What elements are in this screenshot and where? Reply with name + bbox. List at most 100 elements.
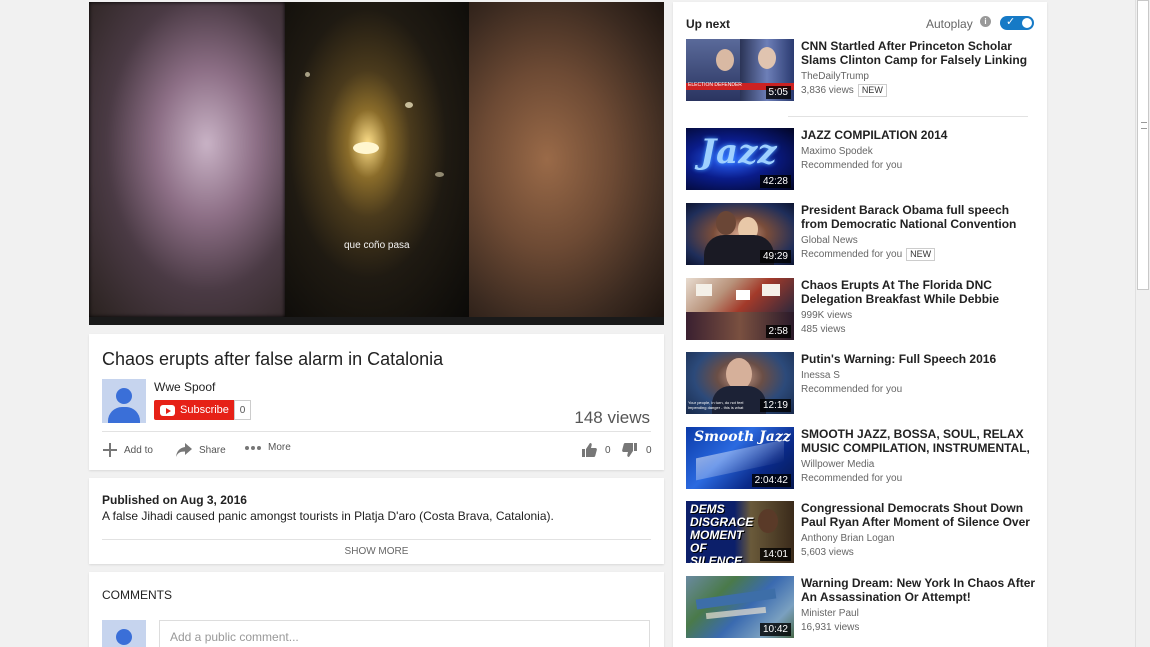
add-to-button[interactable]: Add to: [102, 442, 153, 458]
recommended-channel: Global News: [801, 235, 858, 246]
view-count: 148 views: [574, 408, 650, 427]
speech-hug-thumbnail[interactable]: 49:29: [686, 203, 794, 265]
share-label: Share: [199, 444, 226, 456]
recommended-title[interactable]: Chaos Erupts At The Florida DNC Delegati…: [801, 278, 1036, 306]
video-info-card: Chaos erupts after false alarm in Catalo…: [89, 334, 664, 470]
recommended-title[interactable]: CNN Startled After Princeton Scholar Sla…: [801, 39, 1036, 67]
crowd-signs-thumbnail[interactable]: 2:58: [686, 278, 794, 340]
video-frame: [285, 2, 469, 317]
recommended-reason: Recommended for you: [801, 473, 903, 484]
recommended-title[interactable]: JAZZ COMPILATION 2014: [801, 128, 1036, 142]
divider: [102, 431, 651, 432]
thumbnail-caption: DEMS DISGRACE MOMENT OF SILENCE.: [690, 502, 754, 564]
scrollbar-grip-icon: [1141, 122, 1147, 129]
recommended-channel: Inessa S: [801, 370, 840, 381]
thumbs-down-icon: [622, 443, 637, 457]
check-icon: ✓: [1006, 16, 1016, 28]
recommended-title[interactable]: Congressional Democrats Shout Down Paul …: [801, 501, 1036, 529]
speaker-portrait-thumbnail[interactable]: Your people, in turn, do not feel impend…: [686, 352, 794, 414]
share-arrow-icon: [176, 443, 192, 457]
page-scrollbar[interactable]: [1135, 0, 1150, 647]
satellite-map-thumbnail[interactable]: 10:42: [686, 576, 794, 638]
subscriber-count: 0: [234, 400, 251, 420]
scrollbar-thumb[interactable]: [1137, 0, 1149, 290]
video-light-spot: [435, 172, 444, 177]
recommended-channel: Anthony Brian Logan: [801, 533, 895, 544]
divider: [102, 539, 651, 540]
recommended-channel: TheDailyTrump: [801, 71, 869, 82]
recommended-video[interactable]: 2:58 Chaos Erupts At The Florida DNC Del…: [686, 278, 1036, 340]
news-panel-thumbnail[interactable]: ELECTION DEFENDER 5:05: [686, 39, 794, 101]
recommended-channel: Maximo Spodek: [801, 146, 873, 157]
recommended-video[interactable]: DEMS DISGRACE MOMENT OF SILENCE. 14:01 C…: [686, 501, 1036, 563]
video-duration: 5:05: [765, 86, 791, 99]
channel-name[interactable]: Wwe Spoof: [154, 380, 215, 394]
show-more-button[interactable]: SHOW MORE: [89, 546, 664, 557]
youtube-logo-icon: [160, 404, 175, 416]
info-icon[interactable]: i: [980, 16, 991, 27]
recommended-video[interactable]: Your people, in turn, do not feel impend…: [686, 352, 1036, 414]
channel-avatar[interactable]: [102, 379, 146, 423]
recommended-views: 5,603 views: [801, 547, 854, 558]
video-duration: 2:04:42: [751, 474, 791, 487]
video-player[interactable]: que coño pasa: [89, 2, 664, 325]
video-blurred-right-panel: [469, 2, 664, 317]
video-subtitle: que coño pasa: [344, 240, 410, 251]
divider: [788, 116, 1028, 117]
thumbnail-caption: Your people, in turn, do not feel impend…: [688, 400, 744, 410]
share-button[interactable]: Share: [175, 442, 226, 458]
thumbnail-caption: ELECTION DEFENDER: [688, 82, 742, 88]
up-next-sidebar: Up next Autoplay i ✓ ELECTION DEFENDER 5…: [673, 2, 1047, 647]
recommended-video[interactable]: 10:42 Warning Dream: New York In Chaos A…: [686, 576, 1036, 638]
video-duration: 12:19: [759, 399, 791, 412]
recommended-channel: Minister Paul: [801, 608, 859, 619]
video-light-spot: [305, 72, 310, 77]
like-count: 0: [605, 444, 611, 456]
video-duration: 2:58: [765, 325, 791, 338]
description-card: Published on Aug 3, 2016 A false Jihadi …: [89, 478, 664, 564]
new-badge: NEW: [906, 248, 936, 261]
comment-input[interactable]: Add a public comment...: [159, 620, 650, 647]
description-text: A false Jihadi caused panic amongst tour…: [102, 509, 554, 523]
jazz-neon-thumbnail[interactable]: Jazz 42:28: [686, 128, 794, 190]
dislike-button[interactable]: 0: [622, 442, 652, 458]
smooth-jazz-thumbnail[interactable]: Smooth Jazz 2:04:42: [686, 427, 794, 489]
subscribe-button[interactable]: Subscribe: [154, 400, 234, 420]
recommended-title[interactable]: Putin's Warning: Full Speech 2016: [801, 352, 1036, 366]
video-duration: 42:28: [759, 175, 791, 188]
recommended-reason: Recommended for you: [801, 384, 903, 395]
more-button[interactable]: More: [244, 442, 291, 453]
recommended-title[interactable]: President Barack Obama full speech from …: [801, 203, 1036, 231]
recommended-reason: Recommended for you: [801, 249, 903, 260]
recommended-views: 3,836 views: [801, 85, 854, 96]
autoplay-toggle[interactable]: ✓: [1000, 16, 1034, 30]
more-dots-icon: [245, 445, 261, 450]
recommended-views: 16,931 views: [801, 622, 860, 633]
more-label: More: [268, 442, 291, 453]
add-to-label: Add to: [124, 444, 153, 456]
user-avatar: [102, 620, 146, 647]
recommended-views: 999K views: [801, 310, 853, 321]
recommended-video[interactable]: Smooth Jazz 2:04:42 SMOOTH JAZZ, BOSSA, …: [686, 427, 1036, 489]
video-light-spot: [405, 102, 413, 108]
video-duration: 49:29: [759, 250, 791, 263]
recommended-reason: Recommended for you: [801, 160, 903, 171]
recommended-video[interactable]: 49:29 President Barack Obama full speech…: [686, 203, 1036, 265]
recommended-video[interactable]: ELECTION DEFENDER 5:05 CNN Startled Afte…: [686, 39, 1036, 101]
dislike-count: 0: [646, 444, 652, 456]
video-title: Chaos erupts after false alarm in Catalo…: [102, 349, 444, 369]
thumbs-up-icon: [582, 443, 597, 457]
thumbnail-caption: Jazz: [700, 132, 777, 172]
recommended-video[interactable]: Jazz 42:28 JAZZ COMPILATION 2014 Maximo …: [686, 128, 1036, 190]
subscribe-label: Subscribe: [180, 404, 229, 416]
like-button[interactable]: 0: [581, 442, 611, 458]
video-light-spot: [353, 142, 379, 154]
dems-disgrace-thumbnail[interactable]: DEMS DISGRACE MOMENT OF SILENCE. 14:01: [686, 501, 794, 563]
plus-icon: [103, 443, 117, 457]
recommended-title[interactable]: SMOOTH JAZZ, BOSSA, SOUL, RELAX MUSIC CO…: [801, 427, 1036, 455]
recommended-title[interactable]: Warning Dream: New York In Chaos After A…: [801, 576, 1036, 604]
player-controls-bar[interactable]: [89, 317, 664, 325]
comments-heading: COMMENTS: [102, 588, 172, 602]
comments-card: COMMENTS Add a public comment...: [89, 572, 664, 647]
video-duration: 14:01: [759, 548, 791, 561]
